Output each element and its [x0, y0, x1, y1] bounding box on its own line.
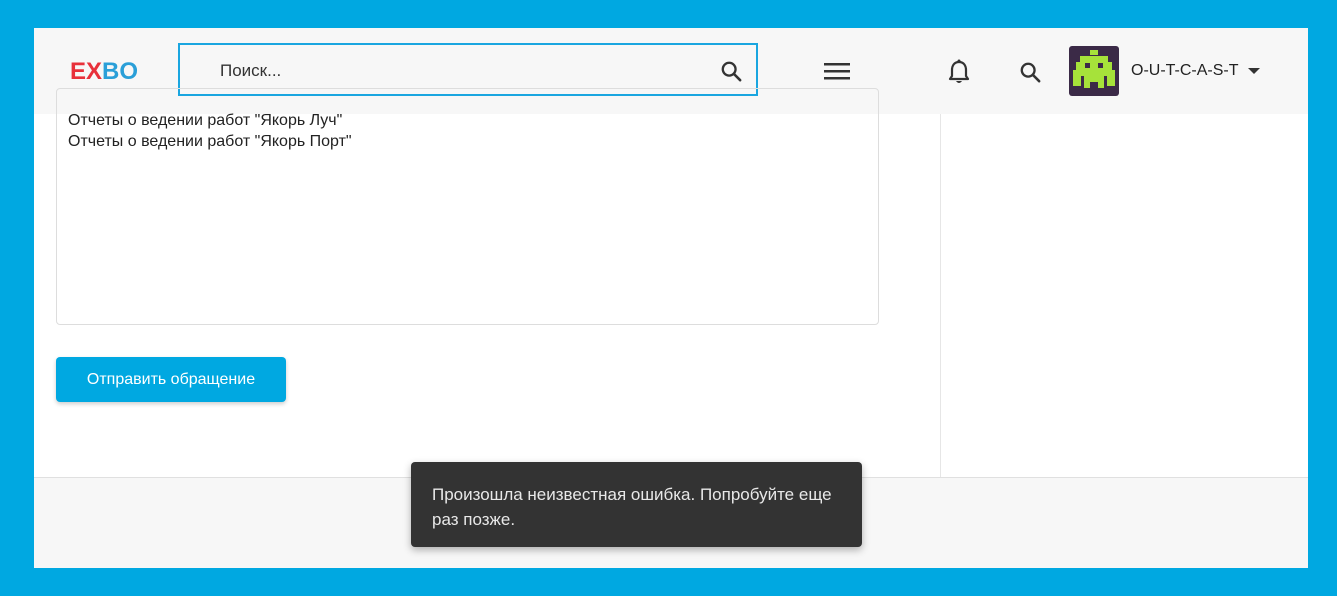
search-icon[interactable]	[1019, 61, 1041, 88]
exbo-logo[interactable]: EXBO	[70, 58, 138, 86]
error-toast: Произошла неизвестная ошибка. Попробуйте…	[411, 462, 862, 547]
search-icon[interactable]	[720, 60, 742, 87]
report-line: Отчеты о ведении работ "Якорь Порт"	[68, 133, 352, 150]
submit-request-button[interactable]: Отправить обращение	[56, 357, 286, 402]
menu-icon[interactable]	[824, 62, 850, 85]
search-input[interactable]	[218, 59, 702, 83]
bell-icon[interactable]	[948, 59, 970, 90]
sidebar-divider	[940, 114, 941, 477]
toast-message: Произошла неизвестная ошибка. Попробуйте…	[432, 485, 832, 529]
caret-down-icon[interactable]	[1248, 68, 1260, 74]
avatar-invader-icon	[1073, 50, 1115, 88]
report-line: Отчеты о ведении работ "Якорь Луч"	[68, 112, 343, 129]
username[interactable]: O-U-T-C-A-S-T	[1131, 62, 1239, 80]
avatar[interactable]	[1069, 46, 1119, 96]
